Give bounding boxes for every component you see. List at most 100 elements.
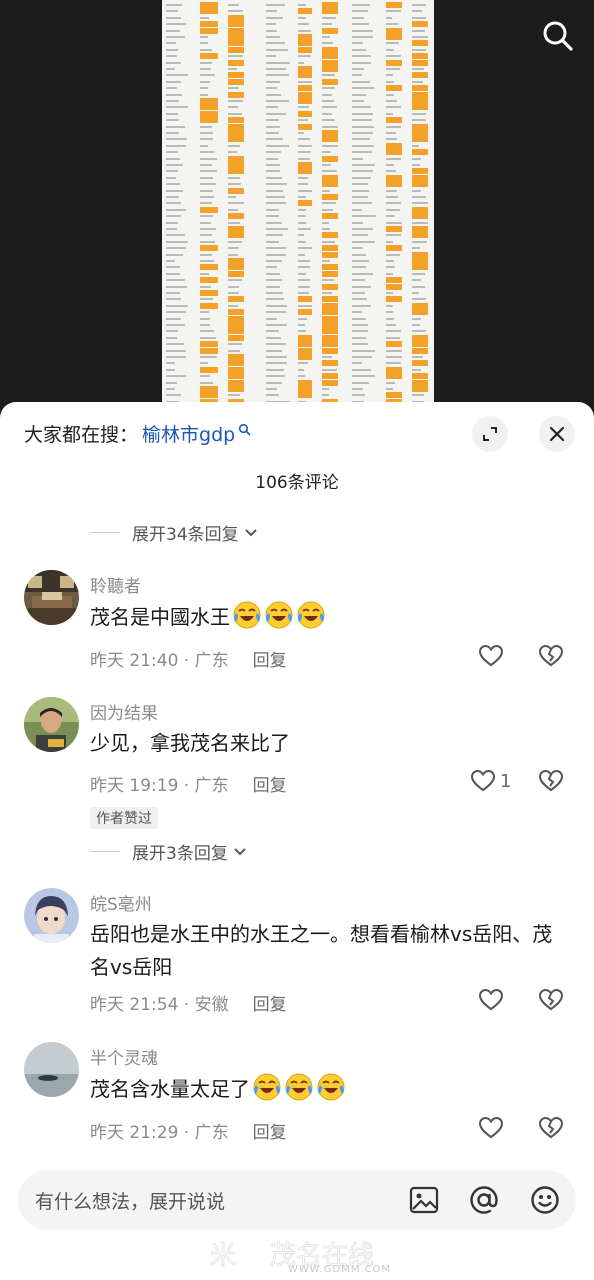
sheet-cell bbox=[352, 61, 372, 64]
avatar[interactable] bbox=[24, 570, 79, 625]
sheet-cell bbox=[266, 183, 288, 186]
sheet-cell bbox=[322, 221, 330, 224]
sheet-cell bbox=[322, 16, 337, 19]
sheet-cell bbox=[322, 125, 338, 128]
dislike-button[interactable] bbox=[538, 644, 564, 672]
sheet-cell bbox=[386, 100, 398, 102]
sheet-cell bbox=[228, 349, 240, 352]
avatar[interactable] bbox=[24, 888, 79, 943]
sheet-cell bbox=[412, 21, 428, 28]
reply-button[interactable]: 回复 bbox=[253, 1118, 287, 1143]
comment-text: 茂名含水量太足了 bbox=[90, 1072, 560, 1106]
sheet-cell bbox=[228, 247, 240, 250]
sheet-cell bbox=[200, 170, 217, 173]
mention-button[interactable] bbox=[466, 1182, 502, 1218]
image-button[interactable] bbox=[406, 1182, 442, 1218]
avatar[interactable] bbox=[24, 1042, 79, 1097]
comment-text: 少见，拿我茂名来比了 bbox=[90, 727, 560, 760]
comment-input-bar[interactable]: 有什么想法，展开说说 bbox=[18, 1170, 576, 1230]
sheet-cell bbox=[166, 4, 183, 6]
comment-text: 岳阳也是水王中的水王之一。想看看榆林vs岳阳、茂名vs岳阳 bbox=[90, 922, 553, 979]
expand-replies-button[interactable]: 展开34条回复 bbox=[90, 520, 259, 545]
sheet-cell bbox=[266, 330, 279, 333]
comment-input-placeholder[interactable]: 有什么想法，展开说说 bbox=[35, 1187, 225, 1214]
sheet-cell bbox=[200, 176, 213, 179]
sheet-cell bbox=[386, 336, 401, 339]
sheet-cell bbox=[352, 215, 376, 218]
crying-emoji-group bbox=[250, 1073, 346, 1101]
sheet-cell bbox=[228, 221, 240, 224]
divider-line bbox=[90, 532, 120, 533]
sheet-cell bbox=[228, 296, 244, 303]
sheet-cell bbox=[166, 208, 186, 211]
sheet-cell bbox=[386, 392, 402, 399]
sheet-cell bbox=[412, 258, 428, 264]
expand-replies-button[interactable]: 展开3条回复 bbox=[90, 839, 248, 864]
sheet-cell bbox=[200, 202, 212, 205]
sheet-cell bbox=[166, 202, 182, 205]
like-button[interactable] bbox=[478, 988, 504, 1012]
sheet-cell bbox=[322, 251, 338, 258]
sheet-cell bbox=[386, 260, 395, 262]
hot-search-term[interactable]: 榆林市gdp bbox=[142, 420, 235, 447]
sheet-cell bbox=[200, 324, 211, 326]
sheet-cell bbox=[352, 55, 371, 58]
reply-button[interactable]: 回复 bbox=[253, 646, 287, 671]
sheet-cell bbox=[200, 375, 210, 378]
sheet-cell bbox=[266, 304, 287, 307]
avatar[interactable] bbox=[24, 697, 79, 752]
emoji-button[interactable] bbox=[527, 1182, 563, 1218]
sheet-cell bbox=[386, 208, 401, 211]
sheet-cell bbox=[412, 309, 428, 316]
post-image-area[interactable] bbox=[0, 0, 594, 420]
sheet-cell bbox=[386, 292, 393, 294]
sheet-cell bbox=[266, 119, 280, 122]
sheet-cell bbox=[386, 2, 402, 8]
commenter-name[interactable]: 因为结果 bbox=[90, 699, 158, 724]
sheet-cell bbox=[166, 247, 187, 250]
reply-button[interactable]: 回复 bbox=[253, 990, 287, 1015]
sheet-cell bbox=[352, 100, 364, 102]
commenter-name[interactable]: 聆聽者 bbox=[90, 572, 141, 597]
sheet-cell bbox=[386, 142, 402, 149]
sheet-cell bbox=[266, 292, 283, 294]
close-panel-button[interactable] bbox=[539, 416, 575, 452]
sheet-cell bbox=[386, 93, 394, 96]
dislike-button[interactable] bbox=[538, 769, 564, 797]
sheet-cell bbox=[352, 189, 369, 192]
sheet-column bbox=[386, 0, 402, 405]
sheet-cell bbox=[166, 272, 180, 275]
like-button[interactable] bbox=[478, 644, 504, 668]
sheet-cell bbox=[352, 93, 366, 96]
commenter-name[interactable]: 半个灵魂 bbox=[90, 1044, 158, 1069]
sheet-cell bbox=[166, 266, 180, 269]
sheet-cell bbox=[228, 40, 244, 47]
reply-button[interactable]: 回复 bbox=[253, 771, 287, 796]
sheet-cell bbox=[298, 304, 312, 307]
sheet-cell bbox=[412, 285, 425, 288]
sheet-cell bbox=[298, 272, 307, 275]
sheet-cell bbox=[322, 164, 332, 166]
expand-replies-label: 展开3条回复 bbox=[132, 844, 228, 864]
sheet-cell bbox=[266, 93, 281, 96]
like-button[interactable]: 1 bbox=[470, 769, 511, 793]
sheet-column bbox=[166, 0, 188, 405]
hot-search-bar[interactable]: 大家都在搜： 榆林市gdp bbox=[24, 420, 251, 447]
sheet-cell bbox=[386, 34, 402, 40]
like-button[interactable] bbox=[478, 1116, 504, 1140]
dislike-button[interactable] bbox=[538, 1116, 564, 1144]
sheet-cell bbox=[200, 311, 210, 314]
svg-text:米: 米 bbox=[210, 1241, 236, 1271]
sheet-cell bbox=[298, 80, 312, 83]
expand-panel-button[interactable] bbox=[472, 416, 508, 452]
sheet-column bbox=[228, 0, 244, 405]
sheet-cell bbox=[298, 266, 311, 269]
search-button[interactable] bbox=[536, 14, 580, 58]
sheet-cell bbox=[352, 138, 370, 141]
dislike-button[interactable] bbox=[538, 988, 564, 1016]
avatar-image bbox=[24, 570, 79, 625]
sheet-cell bbox=[166, 151, 178, 154]
sheet-cell bbox=[166, 164, 184, 166]
sheet-cell bbox=[412, 298, 426, 301]
commenter-name[interactable]: 皖S亳州 bbox=[90, 890, 152, 915]
